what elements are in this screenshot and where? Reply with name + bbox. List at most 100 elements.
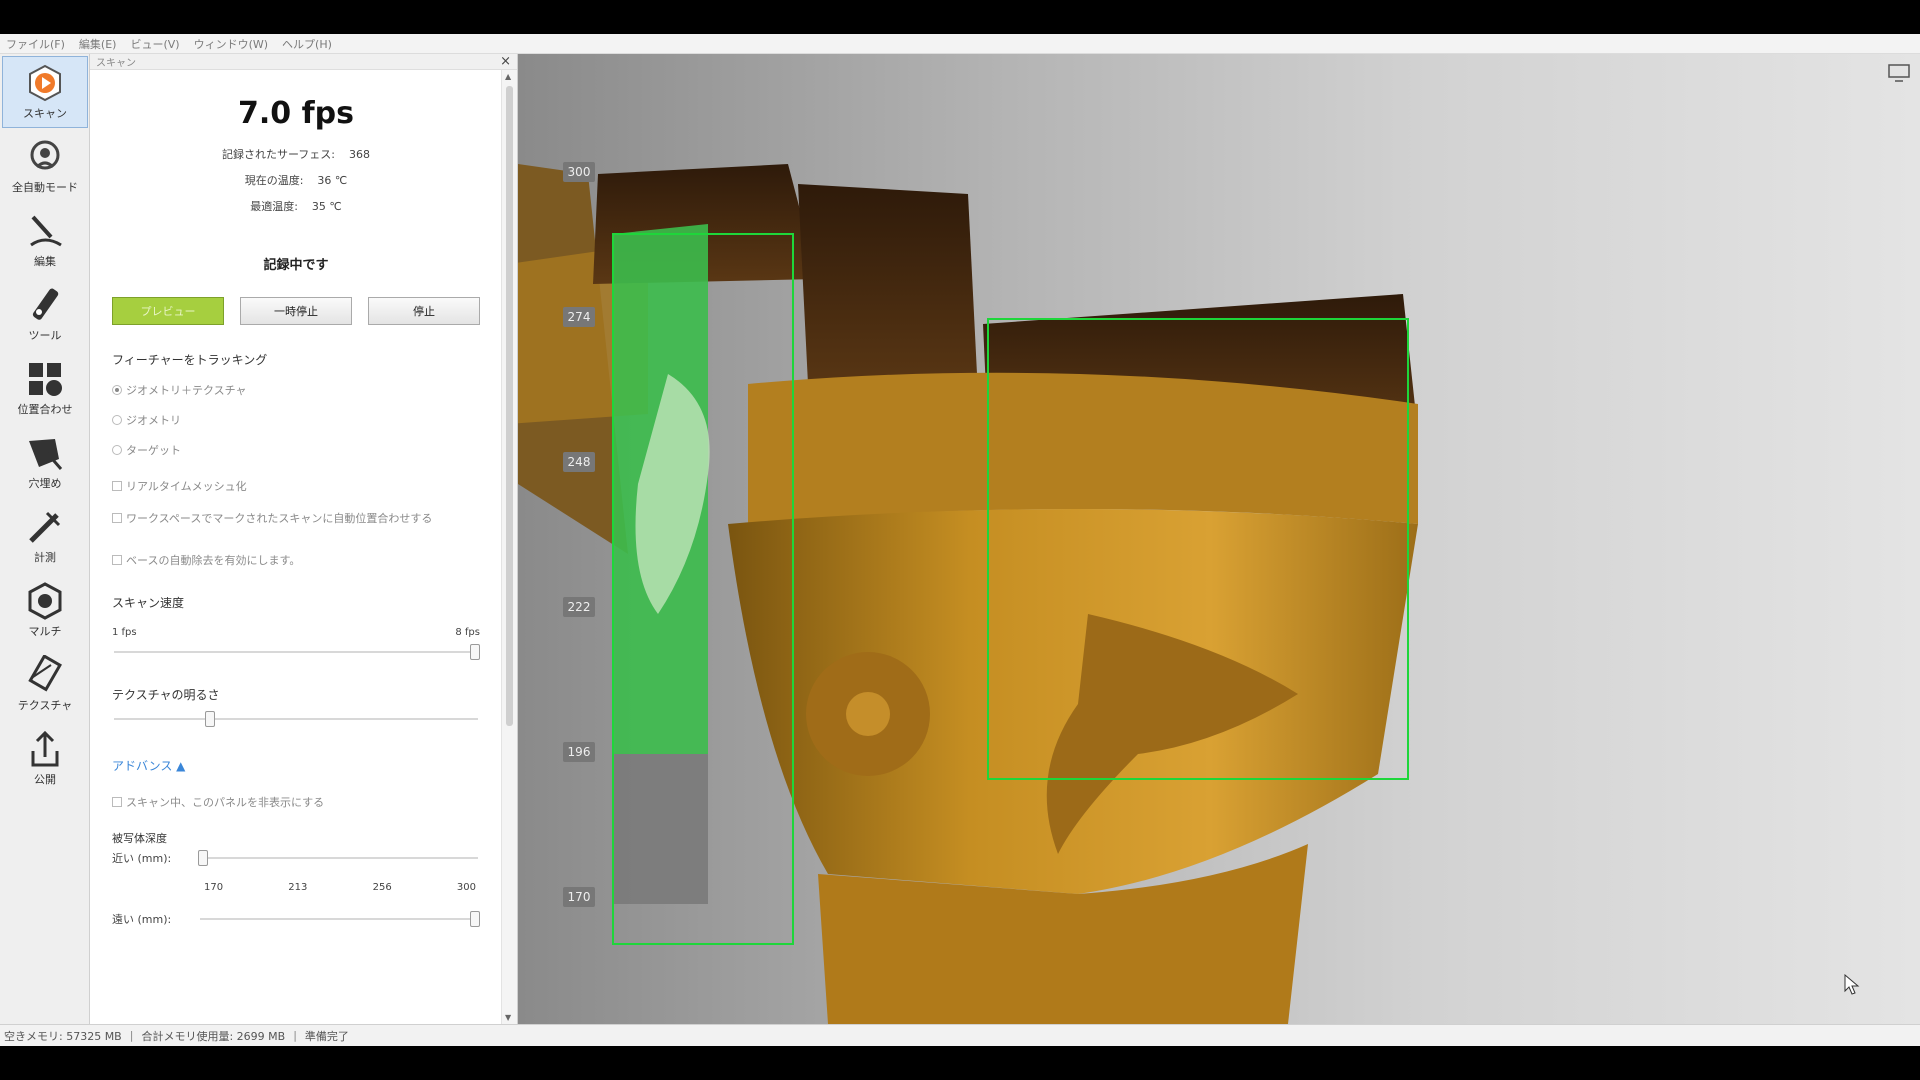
stat-current-temp: 現在の温度: 36 ℃	[244, 174, 348, 187]
tool-texture[interactable]: テクスチャ	[2, 648, 88, 720]
close-icon[interactable]: ×	[500, 54, 511, 69]
slider-track	[114, 651, 478, 653]
slider-knob[interactable]	[198, 850, 208, 866]
scan-panel: スキャン × 7.0 fps 記録されたサーフェス: 368 現在の温度: 36 ℃…	[90, 54, 518, 1024]
status-separator: |	[293, 1029, 297, 1042]
far-label: 遠い (mm):	[112, 913, 172, 926]
letterbox-bottom	[0, 1046, 1920, 1080]
align-icon	[29, 363, 62, 396]
radio-button[interactable]	[112, 415, 122, 425]
status-bar: 空きメモリ: 57325 MB | 合計メモリ使用量: 2699 MB | 準備…	[0, 1024, 1920, 1046]
radio-target[interactable]: ターゲット	[112, 442, 480, 458]
letterbox-top	[0, 0, 1920, 34]
used-memory: 合計メモリ使用量: 2699 MB	[141, 1029, 286, 1043]
check-realtime-mesh[interactable]: リアルタイムメッシュ化	[112, 478, 480, 494]
stat-optimal-temp: 最適温度: 35 ℃	[250, 200, 342, 213]
tool-measure[interactable]: 計測	[2, 500, 88, 572]
far-depth-slider[interactable]	[198, 911, 480, 927]
pause-button[interactable]: 一時停止	[240, 297, 352, 325]
menu-window[interactable]: ウィンドウ(W)	[194, 36, 268, 52]
menu-edit[interactable]: 編集(E)	[79, 36, 117, 52]
recording-status: 記録中です	[263, 258, 329, 273]
ready-state: 準備完了	[304, 1029, 349, 1043]
left-toolbar: スキャン 全自動モード 編集 ツール 位置合わせ 穴埋め 計測 マルチ テクスチ…	[0, 54, 90, 1024]
checkbox[interactable]	[112, 555, 122, 565]
depth-label-274: 274	[563, 307, 595, 327]
slider-track	[200, 918, 478, 920]
depth-label-300: 300	[563, 162, 595, 182]
tool-publish[interactable]: 公開	[2, 722, 88, 794]
menu-help[interactable]: ヘルプ(H)	[282, 36, 332, 52]
menu-bar: ファイル(F) 編集(E) ビュー(V) ウィンドウ(W) ヘルプ(H)	[0, 34, 1920, 54]
checkbox[interactable]	[112, 797, 122, 807]
3d-viewport[interactable]: 300 274 248 222 196 170	[518, 54, 1920, 1024]
stat-surfaces: 記録されたサーフェス: 368	[221, 148, 371, 161]
tracking-label: フィーチャーをトラッキング	[112, 353, 268, 367]
check-base-removal[interactable]: ベースの自動除去を有効にします。	[112, 552, 480, 568]
radio-geometry-texture[interactable]: ジオメトリ＋テクスチャ	[112, 382, 480, 398]
scan-speed-min: 1 fps	[112, 627, 137, 638]
radio-geometry[interactable]: ジオメトリ	[112, 412, 480, 428]
radio-button[interactable]	[112, 445, 122, 455]
scan-buttons: プレビュー 一時停止 停止	[112, 297, 480, 325]
tool-edit[interactable]: 編集	[2, 204, 88, 276]
depth-label-248: 248	[563, 452, 595, 472]
depth-tick: 170	[204, 882, 224, 893]
tool-auto-mode[interactable]: 全自動モード	[2, 130, 88, 202]
tool-align[interactable]: 位置合わせ	[2, 352, 88, 424]
radio-button[interactable]	[112, 385, 122, 395]
checkbox[interactable]	[112, 481, 122, 491]
measure-icon	[29, 511, 61, 543]
edit-icon	[30, 215, 62, 247]
preview-button[interactable]: プレビュー	[112, 297, 224, 325]
depth-tick: 300	[456, 882, 476, 893]
fps-readout: 7.0 fps	[238, 96, 354, 131]
checkbox[interactable]	[112, 513, 122, 523]
free-memory: 空きメモリ: 57325 MB	[4, 1029, 122, 1043]
slider-track	[114, 718, 478, 720]
texture-icon	[28, 655, 62, 692]
scan-speed-slider[interactable]	[112, 644, 480, 660]
texture-brightness-slider[interactable]	[112, 711, 480, 727]
scroll-up-icon[interactable]: ▲	[505, 72, 511, 81]
near-label: 近い (mm):	[112, 852, 172, 865]
stop-button[interactable]: 停止	[368, 297, 480, 325]
scan-icon	[29, 64, 61, 102]
multi-icon	[28, 582, 62, 620]
near-depth-slider[interactable]	[198, 850, 480, 866]
auto-mode-icon	[30, 140, 60, 170]
tools-icon	[32, 288, 59, 320]
tool-fill-holes[interactable]: 穴埋め	[2, 426, 88, 498]
tool-multi[interactable]: マルチ	[2, 574, 88, 646]
depth-label-222: 222	[563, 597, 595, 617]
view-options-icon[interactable]	[1888, 64, 1910, 82]
depth-label-170: 170	[563, 887, 595, 907]
panel-body: 7.0 fps 記録されたサーフェス: 368 現在の温度: 36 ℃ 最適温度: 3…	[90, 70, 502, 1024]
depth-tick: 256	[372, 882, 392, 893]
publish-icon	[31, 730, 59, 767]
fill-holes-icon	[29, 439, 63, 470]
slider-track	[200, 857, 478, 859]
slider-knob[interactable]	[470, 644, 480, 660]
advanced-toggle[interactable]: アドバンス ▲	[112, 757, 480, 774]
slider-knob[interactable]	[470, 911, 480, 927]
tool-scan[interactable]: スキャン	[2, 56, 88, 128]
check-auto-align[interactable]: ワークスペースでマークされたスキャンに自動位置合わせする	[112, 510, 480, 526]
slider-knob[interactable]	[205, 711, 216, 727]
mouse-cursor-icon	[1844, 974, 1860, 995]
scan-speed-max: 8 fps	[455, 627, 480, 638]
check-hide-panel[interactable]: スキャン中、このパネルを非表示にする	[112, 794, 480, 810]
depth-ticks: 170 213 256 300	[204, 882, 476, 893]
scroll-down-icon[interactable]: ▼	[505, 1013, 511, 1022]
status-separator: |	[129, 1029, 134, 1042]
scroll-thumb[interactable]	[506, 86, 513, 726]
menu-file[interactable]: ファイル(F)	[6, 36, 65, 52]
texture-brightness-label: テクスチャの明るさ	[112, 688, 220, 702]
depth-label: 被写体深度	[112, 832, 167, 845]
menu-view[interactable]: ビュー(V)	[130, 36, 179, 52]
near-depth-row: 近い (mm):	[112, 850, 480, 866]
depth-label-196: 196	[563, 742, 595, 762]
panel-scrollbar[interactable]: ▲ ▼	[501, 70, 517, 1024]
depth-tick: 213	[288, 882, 308, 893]
tool-tools[interactable]: ツール	[2, 278, 88, 350]
